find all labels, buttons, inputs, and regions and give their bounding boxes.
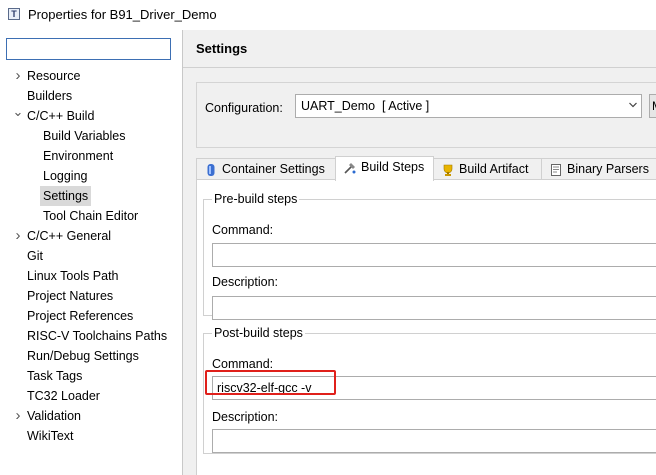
tree-item-label: Tool Chain Editor: [43, 209, 139, 223]
tab-container-settings[interactable]: Container Settings: [196, 158, 336, 180]
tree-item-label: Run/Debug Settings: [27, 349, 139, 363]
tree-item[interactable]: TC32 Loader: [27, 386, 100, 406]
pre-build-description-label: Description:: [212, 275, 278, 289]
properties-icon: T: [8, 8, 20, 20]
configuration-value: UART_Demo [ Active ]: [301, 99, 430, 113]
tree-item[interactable]: Project Natures: [27, 286, 113, 306]
post-build-command-label: Command:: [212, 357, 274, 371]
tree-item[interactable]: › C/C++ General: [16, 226, 112, 246]
tree-item-label: Resource: [27, 69, 81, 83]
tree-item-label: Task Tags: [27, 369, 83, 383]
pre-build-command-input[interactable]: [212, 243, 656, 267]
artifact-icon: [443, 164, 453, 176]
chevron-down-icon[interactable]: ⌄: [12, 102, 24, 122]
tree-item-label: RISC-V Toolchains Paths: [27, 329, 168, 343]
tab-binary-parsers[interactable]: Binary Parsers: [541, 158, 656, 180]
tree-item-label: Validation: [27, 409, 81, 423]
tree-item[interactable]: › Resource: [16, 66, 81, 86]
post-build-description-input[interactable]: [212, 429, 656, 453]
tree-item[interactable]: Builders: [27, 86, 72, 106]
tree-item-label: Linux Tools Path: [27, 269, 119, 283]
tab-build-artifact[interactable]: Build Artifact: [433, 158, 542, 180]
post-build-title: Post-build steps: [214, 326, 303, 340]
tree-item[interactable]: Git: [27, 246, 43, 266]
left-panel: › Resource Builders ⌄ C/C++ Build Build Varia…: [0, 30, 182, 475]
page-title: Settings: [196, 41, 248, 56]
tab-label: Binary Parsers: [567, 162, 649, 176]
header-divider: [183, 67, 656, 68]
pre-build-title: Pre-build steps: [214, 192, 298, 206]
tree-item[interactable]: Environment: [43, 146, 113, 166]
filter-input[interactable]: [6, 38, 171, 60]
tab-build-steps[interactable]: Build Steps: [335, 156, 434, 181]
chevron-right-icon[interactable]: ›: [12, 406, 24, 426]
settings-panel: Settings Configuration: UART_Demo [ Acti…: [183, 30, 656, 475]
tree-item-label: C/C++ Build: [27, 109, 95, 123]
settings-header: Settings: [183, 30, 656, 67]
tree-item-label: Environment: [43, 149, 114, 163]
chevron-right-icon[interactable]: ›: [12, 226, 24, 246]
title-bar: T Properties for B91_Driver_Demo: [0, 0, 656, 30]
tree-item-label: Logging: [43, 169, 88, 183]
tree-item[interactable]: Run/Debug Settings: [27, 346, 139, 366]
tab-strip: Container Settings Build Steps Build Art…: [196, 156, 656, 181]
window-title: Properties for B91_Driver_Demo: [28, 7, 217, 22]
configuration-select[interactable]: UART_Demo [ Active ]: [295, 94, 642, 118]
tree-item[interactable]: ⌄ C/C++ Build: [13, 104, 95, 126]
tree-item[interactable]: RISC-V Toolchains Paths: [27, 326, 167, 346]
tab-label: Container Settings: [222, 162, 325, 176]
tree-item[interactable]: Linux Tools Path: [27, 266, 119, 286]
tree-item[interactable]: WikiText: [27, 426, 74, 446]
chevron-down-icon: [629, 102, 637, 108]
container-icon: [207, 164, 215, 176]
tree-item-label: WikiText: [27, 429, 74, 443]
tree-item-label: Git: [27, 249, 43, 263]
configuration-label: Configuration:: [205, 101, 283, 115]
tree-item[interactable]: Tool Chain Editor: [43, 206, 138, 226]
tree-item[interactable]: Build Variables: [43, 126, 125, 146]
binary-parsers-icon: [551, 164, 561, 176]
build-steps-icon: [344, 163, 356, 174]
build-steps-page: Pre-build steps Command: Description: Po…: [196, 179, 656, 475]
configuration-box: Configuration: UART_Demo [ Active ] M: [196, 82, 656, 148]
manage-configurations-button[interactable]: M: [649, 94, 656, 118]
pre-build-group: Pre-build steps Command: Description:: [203, 192, 656, 320]
tree-item-label: Project Natures: [27, 289, 114, 303]
post-build-command-input[interactable]: riscv32-elf-gcc -v: [212, 376, 656, 400]
tree-item-label: TC32 Loader: [27, 389, 100, 403]
tree-item-label: Settings: [43, 189, 89, 203]
tree-item-label: Build Variables: [43, 129, 126, 143]
post-build-group: Post-build steps Command: riscv32-elf-gc…: [203, 326, 656, 454]
post-build-description-label: Description:: [212, 410, 278, 424]
chevron-right-icon[interactable]: ›: [12, 66, 24, 86]
tree-item[interactable]: Settings: [40, 186, 92, 206]
pre-build-command-label: Command:: [212, 223, 274, 237]
tree-item-label: Project References: [27, 309, 134, 323]
tree-item[interactable]: Task Tags: [27, 366, 82, 386]
tree-item[interactable]: Project References: [27, 306, 133, 326]
tab-label: Build Steps: [361, 160, 425, 174]
tree-item-label: C/C++ General: [27, 229, 112, 243]
tree-item[interactable]: › Validation: [16, 406, 81, 426]
tree-item-label: Builders: [27, 89, 73, 103]
tree-item[interactable]: Logging: [43, 166, 88, 186]
tab-label: Build Artifact: [459, 162, 529, 176]
pre-build-description-input[interactable]: [212, 296, 656, 320]
